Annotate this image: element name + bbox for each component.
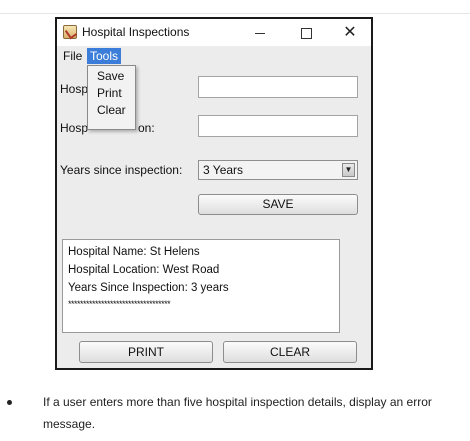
maximize-icon [300, 27, 312, 39]
chevron-down-icon[interactable]: ▼ [342, 163, 355, 177]
close-button[interactable]: ✕ [327, 19, 373, 46]
output-hospital-location: Hospital Location: West Road [68, 264, 220, 276]
java-app-icon [63, 25, 77, 39]
print-button[interactable]: PRINT [79, 341, 213, 363]
output-years-since-inspection: Years Since Inspection: 3 years [68, 282, 229, 294]
menu-tools[interactable]: Tools [87, 48, 122, 64]
app-window: Hospital Inspections ✕ File Tools Hosp H… [55, 17, 373, 370]
inspection-output-area: Hospital Name: St Helens Hospital Locati… [62, 239, 340, 333]
menu-file[interactable]: File [60, 48, 85, 64]
minimize-button[interactable] [237, 19, 283, 46]
hospital-location-field[interactable] [198, 115, 358, 137]
years-selected-value: 3 Years [203, 163, 244, 177]
close-icon: ✕ [343, 24, 357, 41]
maximize-button[interactable] [283, 19, 329, 46]
hospital-location-label: Hosp [60, 121, 89, 135]
clear-button[interactable]: CLEAR [223, 341, 357, 363]
hospital-name-field[interactable] [198, 76, 358, 98]
save-button[interactable]: SAVE [198, 194, 358, 215]
menu-item-print[interactable]: Print [97, 86, 122, 100]
menu-item-clear[interactable]: Clear [97, 103, 126, 117]
window-title: Hospital Inspections [82, 25, 190, 39]
years-select[interactable]: 3 Years ▼ [198, 160, 358, 180]
menu-item-save[interactable]: Save [97, 69, 124, 83]
page-divider [0, 13, 470, 14]
hospital-name-label: Hosp [60, 82, 89, 96]
bullet-icon [7, 400, 12, 405]
hospital-location-label-end: on: [138, 121, 155, 135]
requirement-text: If a user enters more than five hospital… [43, 395, 432, 431]
years-since-inspection-label: Years since inspection: [60, 163, 183, 177]
output-separator: ********************************** [68, 299, 171, 309]
menu-bar: File Tools [57, 46, 371, 65]
minimize-icon [255, 32, 265, 34]
tools-dropdown-menu: Save Print Clear [87, 65, 136, 130]
output-hospital-name: Hospital Name: St Helens [68, 246, 200, 258]
title-bar: Hospital Inspections ✕ [57, 19, 371, 46]
